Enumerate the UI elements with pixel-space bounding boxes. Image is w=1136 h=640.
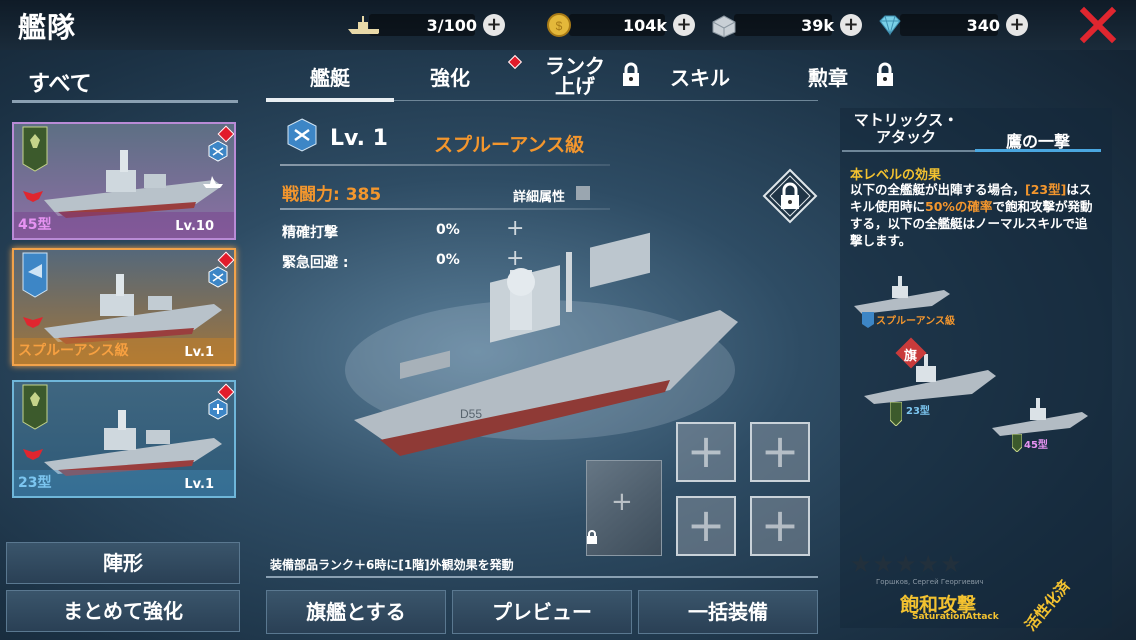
effect-description: 以下の全艦艇が出陣する場合，[23型]はスキル使用時に50%の確率で飽和攻撃が発… <box>850 182 1093 248</box>
lock-icon <box>623 62 639 86</box>
filter-tab-underline <box>12 100 238 103</box>
mini-ship-45 <box>992 398 1088 436</box>
flag-emblem-icon <box>862 312 874 328</box>
mini-ship-label: 23型 <box>906 406 930 417</box>
tab-matrix-attack[interactable]: マトリックス・ アタック <box>846 112 966 146</box>
ship-card-name: 45型 <box>18 217 52 233</box>
lock-icon <box>587 530 597 544</box>
bulk-enhance-button[interactable]: まとめて強化 <box>6 590 240 632</box>
add-steel-button[interactable]: + <box>840 14 862 36</box>
combat-power: 戦闘力: 385 <box>282 185 382 205</box>
rank-up-alert-dot <box>507 54 523 70</box>
set-flagship-button[interactable]: 旗艦とする <box>266 590 446 634</box>
upgrade-badge-icon <box>208 140 228 162</box>
appearance-notice: 装備部品ランク＋6時に[1階]外観効果を発動 <box>270 558 514 572</box>
ship-card-name: スプルーアンス級 <box>18 343 129 359</box>
stat-label: 緊急回避 : <box>282 255 349 271</box>
mini-ship-spruance <box>854 276 950 314</box>
upgrade-badge-icon <box>208 266 228 288</box>
tab-medal[interactable]: 勲章 <box>790 62 866 91</box>
gem-icon <box>879 15 901 36</box>
gems-value: 340 <box>966 15 1000 35</box>
equipment-slot[interactable]: + <box>676 496 736 556</box>
ship-card-23[interactable]: 23型 Lv.1 <box>12 380 236 498</box>
flag-emblem-icon <box>890 402 902 426</box>
lock-icon <box>877 62 893 86</box>
steel-resource: 39k + <box>710 10 862 40</box>
mini-ship-label: スプルーアンス級 <box>876 316 955 327</box>
ship-card-45[interactable]: 45型 Lv.10 <box>12 122 236 240</box>
details-link[interactable]: 詳細属性 <box>513 186 565 205</box>
add-gems-button[interactable]: + <box>1006 14 1028 36</box>
close-icon[interactable] <box>1078 5 1118 45</box>
preview-button[interactable]: プレビュー <box>452 590 632 634</box>
equipment-slot[interactable]: + <box>676 422 736 482</box>
steel-ingot-icon <box>712 15 736 38</box>
page-title: 艦隊 <box>18 11 77 44</box>
appearance-slot[interactable]: + <box>586 460 662 556</box>
tab-matrix-attack-line1: マトリックス・ <box>853 111 959 129</box>
equip-all-button[interactable]: 一括装備 <box>638 590 818 634</box>
flagship-marker-text: 旗 <box>904 349 918 364</box>
ship-card-level: Lv.10 <box>175 219 214 234</box>
tab-matrix-attack-line2: アタック <box>875 128 936 146</box>
tab-active-indicator <box>975 149 1101 152</box>
fleet-count-resource: 3/100 + <box>345 10 505 40</box>
ship-thumbnail <box>44 410 222 476</box>
gems-resource: 340 + <box>876 10 1028 40</box>
tab-ships[interactable]: 艦艇 <box>266 62 394 91</box>
formation-button[interactable]: 陣形 <box>6 542 240 584</box>
tab-rank-up-line1: ランク <box>545 54 605 78</box>
add-coins-button[interactable]: + <box>673 14 695 36</box>
equipment-slot[interactable]: + <box>750 422 810 482</box>
details-expand-icon[interactable] <box>576 186 590 200</box>
tab-enhance[interactable]: 強化 <box>400 62 500 91</box>
fleet-count-value: 3/100 <box>426 15 477 35</box>
skill-name-en: SaturationAttack <box>912 612 999 622</box>
ship-thumbnail <box>44 274 222 344</box>
mini-ship-label: 45型 <box>1024 440 1048 451</box>
locked-slot-icon[interactable] <box>762 168 818 224</box>
svg-text:$: $ <box>556 19 563 33</box>
warship-icon <box>348 16 379 34</box>
divider <box>280 208 610 210</box>
ship-card-name: 23型 <box>18 475 52 491</box>
ship-card-level: Lv.1 <box>184 345 214 360</box>
coins-resource: $ 104k + <box>545 10 695 40</box>
steel-value: 39k <box>801 15 834 35</box>
tab-active-indicator <box>266 98 394 102</box>
equipment-slot[interactable]: + <box>750 496 810 556</box>
wings-icon <box>23 191 43 202</box>
divider <box>266 576 818 578</box>
wings-icon <box>23 317 43 328</box>
naval-unit-icon <box>203 176 223 188</box>
ship-card-level: Lv.1 <box>184 477 214 492</box>
add-fleet-slot-button[interactable]: + <box>483 14 505 36</box>
rank-badge-icon <box>287 118 317 152</box>
plus-badge-icon <box>208 398 228 420</box>
filter-tab-all[interactable]: すべて <box>28 66 92 98</box>
ship-thumbnail <box>44 150 222 218</box>
ship-class-name: スプルーアンス級 <box>434 134 585 156</box>
ship-card-spruance[interactable]: スプルーアンス級 Lv.1 <box>12 248 236 366</box>
mini-ship-23 <box>864 354 996 404</box>
coin-icon: $ <box>547 13 571 37</box>
hull-number: D55 <box>460 407 482 421</box>
wings-icon <box>23 449 43 460</box>
flag-emblem-icon <box>1012 434 1022 452</box>
skill-stars: ★★★★★ <box>850 550 963 578</box>
tab-skill[interactable]: スキル <box>650 62 750 91</box>
tab-rank-up-line2: 上げ <box>555 74 595 98</box>
ship-level: Lv. 1 <box>330 126 388 151</box>
stat-label: 精確打撃 <box>282 225 338 241</box>
tab-rank-up[interactable]: ランク 上げ <box>536 56 614 96</box>
divider <box>280 164 610 166</box>
skill-author: Горшков, Сергей Георгиевич <box>876 578 984 586</box>
coins-value: 104k <box>622 15 667 35</box>
